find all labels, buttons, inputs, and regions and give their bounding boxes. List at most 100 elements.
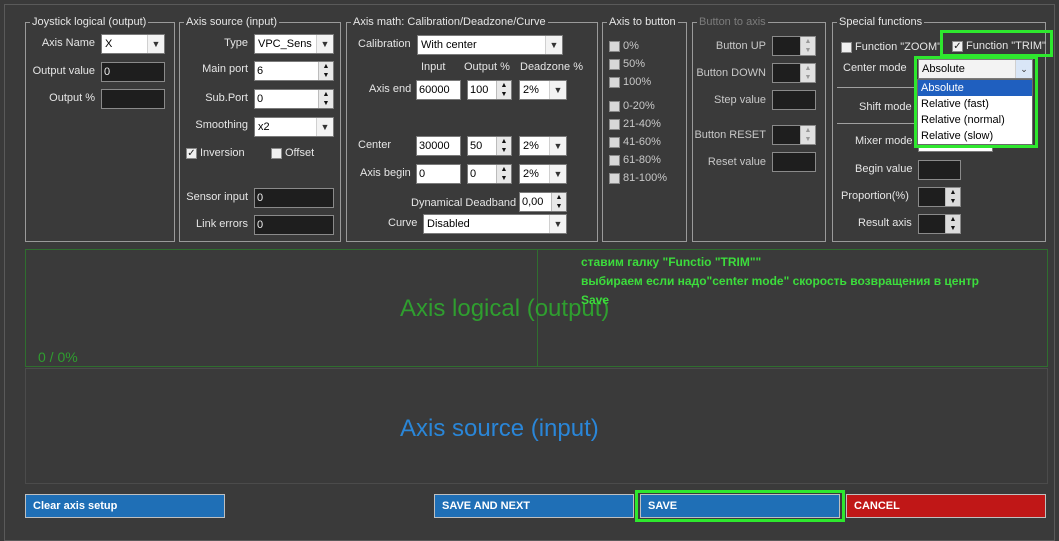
center-label: Center (358, 139, 392, 151)
output-value-field: 0 (101, 62, 165, 82)
divider-line (837, 123, 915, 124)
atb-checkbox-61-80[interactable] (609, 155, 620, 166)
center-output-stepper[interactable]: 50 ▲ ▼ (467, 136, 512, 156)
result-axis-stepper[interactable]: ▲ ▼ (918, 214, 961, 234)
center-mode-option[interactable]: Relative (normal) (918, 112, 1032, 128)
atb-option-0: 0% (623, 40, 639, 52)
calibration-select[interactable]: With center ▼ (417, 35, 563, 55)
axis-begin-output-stepper[interactable]: 0 ▲ ▼ (467, 164, 512, 184)
shift-mode-label: Shift mode (859, 101, 912, 113)
stepper-arrows-icon[interactable]: ▲ ▼ (318, 90, 333, 108)
calibration-value: With center (421, 39, 477, 51)
sub-port-stepper[interactable]: 0 ▲ ▼ (254, 89, 334, 109)
axis-input-label: Axis source (input) (400, 415, 599, 442)
chevron-down-icon: ▼ (549, 215, 566, 233)
axis-output-graph: Axis logical (output) 0 / 0% (25, 249, 1048, 367)
zoom-checkbox[interactable] (841, 42, 852, 53)
type-label: Type (224, 37, 248, 49)
reset-value-field[interactable] (772, 152, 816, 172)
smoothing-value: x2 (258, 121, 270, 133)
trim-checkbox[interactable]: ✓ (952, 41, 963, 52)
atb-option-41-60: 41-60% (623, 136, 661, 148)
axis-begin-label: Axis begin (360, 167, 411, 179)
axis-end-deadzone-select[interactable]: 2% ▼ (519, 80, 567, 100)
begin-value-label: Begin value (855, 163, 913, 175)
dyn-deadband-value: 0,00 (522, 196, 544, 208)
clear-axis-setup-button[interactable]: Clear axis setup (25, 494, 225, 518)
stepper-arrows-icon[interactable]: ▲ ▼ (800, 37, 815, 55)
axis-begin-deadzone-value: 2% (523, 168, 539, 180)
axis-name-label: Axis Name (41, 37, 95, 49)
dyn-deadband-stepper[interactable]: 0,00 ▲ ▼ (519, 192, 567, 212)
chevron-down-icon: ⌄ (1015, 60, 1032, 78)
atb-option-100: 100% (623, 76, 652, 88)
proportion-stepper[interactable]: ▲ ▼ (918, 187, 961, 207)
result-axis-label: Result axis (858, 217, 912, 229)
center-mode-value: Absolute (922, 63, 965, 75)
chevron-down-icon: ▼ (549, 81, 566, 99)
step-value-field[interactable] (772, 90, 816, 110)
center-input-field[interactable]: 30000 (416, 136, 461, 156)
atb-checkbox-50[interactable] (609, 59, 620, 70)
curve-select[interactable]: Disabled ▼ (423, 214, 567, 234)
stepper-arrows-icon[interactable]: ▲ ▼ (551, 193, 566, 211)
output-value-label: Output value (32, 65, 95, 77)
axis-begin-input-field[interactable]: 0 (416, 164, 461, 184)
stepper-arrows-icon[interactable]: ▲ ▼ (800, 126, 815, 144)
smoothing-select[interactable]: x2 ▼ (254, 117, 334, 137)
save-button[interactable]: SAVE (640, 494, 840, 518)
axis-end-output-stepper[interactable]: 100 ▲ ▼ (467, 80, 512, 100)
mixer-mode-label: Mixer mode (855, 135, 913, 147)
chevron-down-icon: ▼ (316, 118, 333, 136)
center-mode-option[interactable]: Relative (fast) (918, 96, 1032, 112)
button-to-axis-title: Button to axis (699, 16, 766, 28)
center-deadzone-select[interactable]: 2% ▼ (519, 136, 567, 156)
stepper-arrows-icon[interactable]: ▲ ▼ (945, 188, 960, 206)
reset-value-label: Reset value (707, 156, 766, 168)
axis-source-title: Axis source (input) (186, 16, 278, 28)
axis-end-input-field[interactable]: 60000 (416, 80, 461, 100)
axis-name-select[interactable]: X ▼ (101, 34, 165, 54)
sensor-input-field: 0 (254, 188, 334, 208)
center-mode-dropdown-menu: Absolute Relative (fast) Relative (norma… (917, 79, 1033, 145)
sub-port-label: Sub.Port (205, 92, 248, 104)
stepper-arrows-icon[interactable]: ▲ ▼ (318, 62, 333, 80)
inversion-label: Inversion (200, 147, 245, 159)
center-mode-select[interactable]: Absolute ⌄ (918, 59, 1033, 79)
atb-checkbox-41-60[interactable] (609, 137, 620, 148)
stepper-arrows-icon[interactable]: ▲ ▼ (496, 137, 511, 155)
atb-checkbox-0[interactable] (609, 41, 620, 52)
begin-value-field[interactable] (918, 160, 961, 180)
save-and-next-button[interactable]: SAVE AND NEXT (434, 494, 634, 518)
axis-output-label: Axis logical (output) (400, 295, 610, 322)
button-up-stepper[interactable]: ▲ ▼ (772, 36, 816, 56)
stepper-arrows-icon[interactable]: ▲ ▼ (496, 81, 511, 99)
col-output-label: Output % (464, 61, 510, 73)
axis-input-graph: Axis source (input) (25, 368, 1048, 484)
inversion-checkbox[interactable]: ✓ (186, 148, 197, 159)
cancel-button[interactable]: CANCEL (846, 494, 1046, 518)
center-mode-option[interactable]: Relative (slow) (918, 128, 1032, 144)
annotation-line-1: ставим галку "Functio "TRIM"" (581, 255, 762, 269)
annotation-line-3: Save (581, 293, 610, 307)
atb-checkbox-0-20[interactable] (609, 101, 620, 112)
axis-begin-deadzone-select[interactable]: 2% ▼ (519, 164, 567, 184)
atb-checkbox-21-40[interactable] (609, 119, 620, 130)
output-pct-label: Output % (49, 92, 95, 104)
main-port-stepper[interactable]: 6 ▲ ▼ (254, 61, 334, 81)
button-down-label: Button DOWN (696, 67, 766, 79)
type-select[interactable]: VPC_Sens ▼ (254, 34, 334, 54)
annotation-line-2: выбираем если надо"center mode" скорость… (581, 274, 979, 288)
divider-line (837, 87, 915, 88)
axis-end-label: Axis end (369, 83, 412, 95)
offset-checkbox[interactable] (271, 148, 282, 159)
button-reset-stepper[interactable]: ▲ ▼ (772, 125, 816, 145)
center-mode-option[interactable]: Absolute (918, 80, 1032, 96)
stepper-arrows-icon[interactable]: ▲ ▼ (800, 64, 815, 82)
button-down-stepper[interactable]: ▲ ▼ (772, 63, 816, 83)
stepper-arrows-icon[interactable]: ▲ ▼ (945, 215, 960, 233)
stepper-arrows-icon[interactable]: ▲ ▼ (496, 165, 511, 183)
sensor-input-label: Sensor input (186, 191, 248, 203)
atb-checkbox-100[interactable] (609, 77, 620, 88)
atb-checkbox-81-100[interactable] (609, 173, 620, 184)
